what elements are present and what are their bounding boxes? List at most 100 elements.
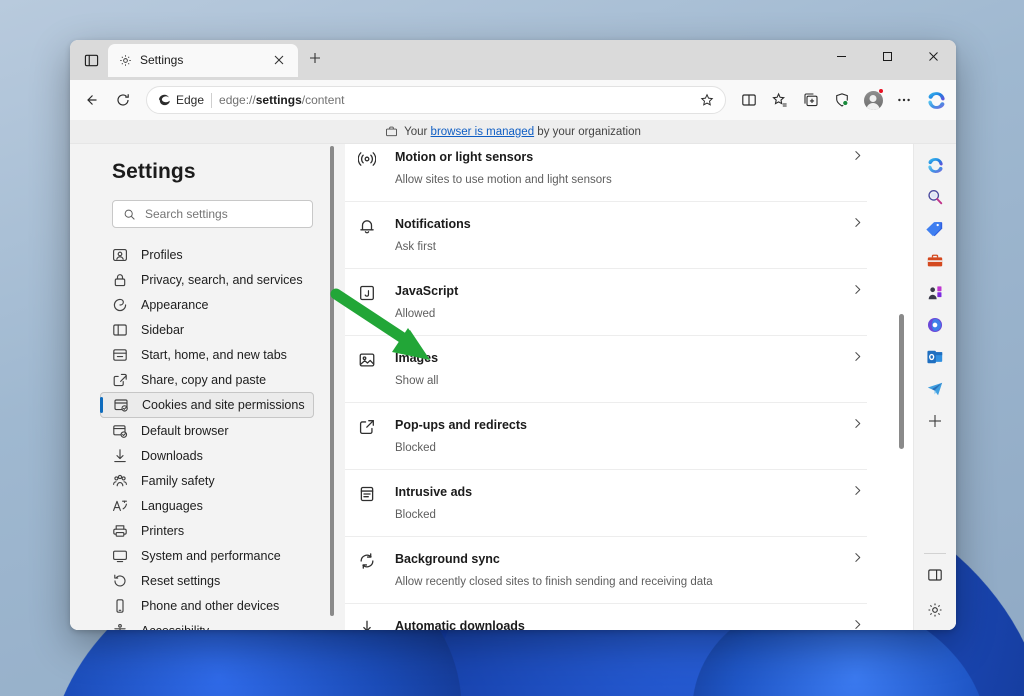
managed-browser-banner: Your browser is managed by your organiza… bbox=[70, 120, 956, 144]
favorite-star-icon[interactable] bbox=[695, 88, 719, 112]
settings-and-more-icon[interactable] bbox=[889, 85, 919, 115]
languages-icon bbox=[112, 498, 128, 514]
browser-toolbar: Edge edge://settings/content bbox=[70, 80, 956, 120]
chevron-right-icon[interactable] bbox=[847, 417, 867, 430]
close-button[interactable] bbox=[910, 40, 956, 72]
chevron-right-icon[interactable] bbox=[847, 350, 867, 363]
search-icon[interactable] bbox=[920, 182, 950, 212]
sidebar-item-share-copy-and-paste[interactable]: Share, copy and paste bbox=[100, 367, 314, 392]
ads-icon bbox=[357, 484, 377, 504]
sidebar-scrollbar[interactable] bbox=[330, 146, 334, 616]
chevron-right-icon[interactable] bbox=[847, 484, 867, 497]
permission-status: Allow recently closed sites to finish se… bbox=[395, 576, 713, 588]
search-settings-box[interactable] bbox=[112, 200, 313, 228]
tab-title: Settings bbox=[140, 53, 184, 67]
sidebar-item-accessibility[interactable]: Accessibility bbox=[100, 618, 314, 630]
sidebar-item-printers[interactable]: Printers bbox=[100, 518, 314, 543]
copilot-button[interactable] bbox=[922, 86, 950, 114]
profile-alert-badge bbox=[878, 88, 884, 94]
permission-row[interactable]: Pop-ups and redirects Blocked bbox=[345, 403, 867, 470]
browser-essentials-icon[interactable] bbox=[827, 85, 857, 115]
chevron-right-icon[interactable] bbox=[847, 149, 867, 162]
permission-text: Intrusive ads Blocked bbox=[377, 483, 847, 523]
permission-title: Intrusive ads bbox=[395, 485, 473, 499]
printer-icon bbox=[112, 523, 128, 539]
back-button[interactable] bbox=[76, 85, 106, 115]
refresh-button[interactable] bbox=[108, 85, 138, 115]
desktop-background: Settings Edge edge://settings/content Yo… bbox=[0, 0, 1024, 696]
permission-row[interactable]: Motion or light sensors Allow sites to us… bbox=[345, 144, 867, 202]
permission-status: Blocked bbox=[395, 442, 436, 454]
chevron-right-icon[interactable] bbox=[847, 216, 867, 229]
new-tab-button[interactable] bbox=[304, 47, 326, 69]
tools-icon[interactable] bbox=[920, 246, 950, 276]
sidebar-item-appearance[interactable]: Appearance bbox=[100, 292, 314, 317]
games-icon[interactable] bbox=[920, 278, 950, 308]
sidebar-item-cookies-and-site-permissions[interactable]: Cookies and site permissions bbox=[100, 392, 314, 418]
sidebar-item-label: Phone and other devices bbox=[141, 598, 280, 613]
sidebar-item-label: Sidebar bbox=[141, 322, 185, 337]
sidebar-item-default-browser[interactable]: Default browser bbox=[100, 418, 314, 443]
close-icon[interactable] bbox=[268, 49, 290, 71]
split-screen-icon[interactable] bbox=[920, 560, 950, 590]
split-screen-icon[interactable] bbox=[734, 85, 764, 115]
content-scrollbar[interactable] bbox=[899, 314, 904, 449]
sidebar-item-profiles[interactable]: Profiles bbox=[100, 242, 314, 267]
window-controls bbox=[818, 40, 956, 72]
search-icon bbox=[123, 208, 136, 221]
gear-icon[interactable] bbox=[920, 595, 950, 625]
drop-icon[interactable] bbox=[920, 374, 950, 404]
copilot-icon[interactable] bbox=[920, 150, 950, 180]
sidebar-item-reset-settings[interactable]: Reset settings bbox=[100, 568, 314, 593]
monitor-icon bbox=[112, 548, 128, 564]
outlook-icon[interactable] bbox=[920, 342, 950, 372]
settings-page: Settings Profiles Privacy, search, and se… bbox=[70, 144, 956, 630]
collections-icon[interactable] bbox=[796, 85, 826, 115]
permission-row[interactable]: JavaScript Allowed bbox=[345, 269, 867, 336]
sidebar-item-label: Downloads bbox=[141, 448, 203, 463]
add-icon[interactable] bbox=[920, 406, 950, 436]
auto-download-icon bbox=[357, 618, 377, 630]
edge-logo-icon bbox=[157, 93, 171, 107]
favorites-icon[interactable] bbox=[765, 85, 795, 115]
search-input[interactable] bbox=[145, 207, 295, 221]
permission-row[interactable]: Images Show all bbox=[345, 336, 867, 403]
maximize-button[interactable] bbox=[864, 40, 910, 72]
managed-link[interactable]: browser is managed bbox=[431, 126, 535, 138]
chevron-right-icon[interactable] bbox=[847, 551, 867, 564]
address-bar[interactable]: Edge edge://settings/content bbox=[146, 86, 726, 114]
permission-status: Show all bbox=[395, 375, 439, 387]
office-icon[interactable] bbox=[920, 310, 950, 340]
tab-strip: Settings bbox=[70, 40, 326, 80]
sidebar-item-family-safety[interactable]: Family safety bbox=[100, 468, 314, 493]
sidebar-item-label: System and performance bbox=[141, 548, 281, 563]
permission-text: Motion or light sensors Allow sites to us… bbox=[377, 148, 847, 188]
sidebar-item-languages[interactable]: Languages bbox=[100, 493, 314, 518]
minimize-button[interactable] bbox=[818, 40, 864, 72]
sidebar-item-phone-and-other-devices[interactable]: Phone and other devices bbox=[100, 593, 314, 618]
profiles-icon bbox=[112, 247, 128, 263]
sidebar-item-sidebar[interactable]: Sidebar bbox=[100, 317, 314, 342]
sidebar-item-system-and-performance[interactable]: System and performance bbox=[100, 543, 314, 568]
permission-title: Automatic downloads bbox=[395, 619, 525, 630]
permission-row[interactable]: Automatic downloadsAsk when a site tries… bbox=[345, 604, 867, 630]
sidebar-item-start-home-and-new-tabs[interactable]: Start, home, and new tabs bbox=[100, 342, 314, 367]
browser-tab-settings[interactable]: Settings bbox=[108, 43, 298, 77]
profile-button[interactable] bbox=[858, 85, 888, 115]
tab-actions-icon[interactable] bbox=[76, 46, 106, 74]
shopping-tag-icon[interactable] bbox=[920, 214, 950, 244]
permission-row[interactable]: Background sync Allow recently closed sit… bbox=[345, 537, 867, 604]
sidebar-item-label: Profiles bbox=[141, 247, 183, 262]
sidebar-item-downloads[interactable]: Downloads bbox=[100, 443, 314, 468]
home-icon bbox=[112, 347, 128, 363]
permission-row[interactable]: Intrusive ads Blocked bbox=[345, 470, 867, 537]
briefcase-icon bbox=[385, 125, 398, 138]
sidebar-item-label: Printers bbox=[141, 523, 185, 538]
chevron-right-icon[interactable] bbox=[847, 618, 867, 630]
permission-title: Background sync bbox=[395, 552, 500, 566]
sidebar-item-privacy-search-and-services[interactable]: Privacy, search, and services bbox=[100, 267, 314, 292]
chevron-right-icon[interactable] bbox=[847, 283, 867, 296]
bell-icon bbox=[357, 216, 377, 236]
permission-status: Ask first bbox=[395, 241, 436, 253]
permission-row[interactable]: Notifications Ask first bbox=[345, 202, 867, 269]
